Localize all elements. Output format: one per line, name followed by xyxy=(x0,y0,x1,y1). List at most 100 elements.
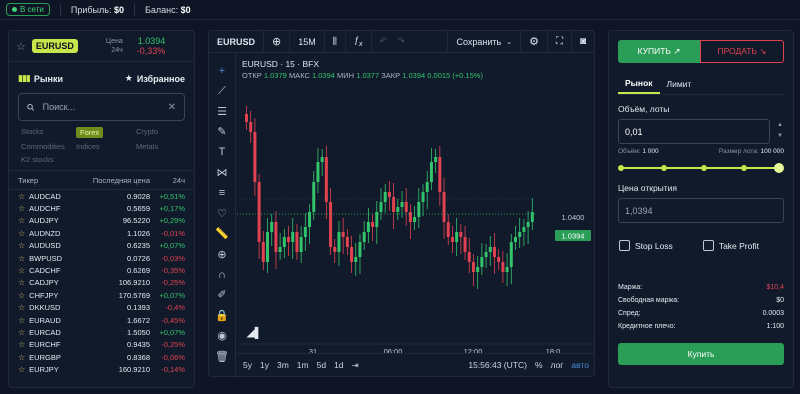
lock-drawing-icon[interactable]: ✐ xyxy=(212,285,232,304)
horizontal-lines-icon[interactable]: ☰ xyxy=(212,102,232,121)
range-button[interactable]: 1y xyxy=(260,360,269,370)
favorite-star-icon[interactable]: ☆ xyxy=(18,278,25,287)
favorite-star-icon[interactable]: ☆ xyxy=(18,340,25,349)
zoom-in-icon[interactable]: ⊕ xyxy=(212,245,232,264)
favorite-star-icon[interactable]: ☆ xyxy=(18,353,25,362)
category-filter[interactable]: Forex xyxy=(76,127,104,138)
log-toggle[interactable]: лог xyxy=(551,360,564,370)
ticker-row[interactable]: ☆ EURCAD 1.5050 +0,07% xyxy=(9,326,194,338)
range-button[interactable]: 5d xyxy=(317,360,326,370)
chart-symbol[interactable]: EURUSD xyxy=(209,30,265,53)
markets-tab[interactable]: ▮▮▮ Рынки xyxy=(18,73,63,84)
favorite-star-icon[interactable]: ☆ xyxy=(18,303,25,312)
fullscreen-button[interactable]: ⛶ xyxy=(546,30,571,53)
screenshot-button[interactable]: ◙ xyxy=(570,30,594,53)
ticker-row[interactable]: ☆ BWPUSD 0.0726 -0,03% xyxy=(9,252,194,264)
lock-icon[interactable]: 🔒 xyxy=(212,306,232,325)
clock[interactable]: 15:56:43 (UTC) xyxy=(468,360,527,370)
range-button[interactable]: 1d xyxy=(334,360,343,370)
ticker-row[interactable]: ☆ CHFJPY 170.5769 +0,07% xyxy=(9,289,194,301)
favorite-star-icon[interactable]: ☆ xyxy=(18,192,25,201)
arrow-down-icon[interactable]: ▼ xyxy=(777,131,783,142)
instrument-symbol[interactable]: EURUSD xyxy=(31,39,78,53)
range-button[interactable]: 5y xyxy=(243,360,252,370)
favorite-star-icon[interactable]: ☆ xyxy=(18,316,25,325)
undo-button[interactable]: ↶ xyxy=(372,31,396,53)
ticker-row[interactable]: ☆ AUDNZD 1.1026 -0,01% xyxy=(9,227,194,239)
eye-icon[interactable]: ◉ xyxy=(212,326,232,345)
favorite-star-icon[interactable]: ☆ xyxy=(18,204,25,213)
favorite-star-icon[interactable]: ☆ xyxy=(18,229,25,238)
ruler-icon[interactable]: 📏 xyxy=(212,224,232,243)
category-filter[interactable]: Indices xyxy=(76,142,136,151)
trend-line-icon[interactable]: ⟋ xyxy=(212,81,232,100)
favorites-tab[interactable]: ★ Избранное xyxy=(125,73,185,84)
auto-toggle[interactable]: авто xyxy=(571,360,589,370)
category-filter[interactable]: Crypto xyxy=(136,127,181,138)
favorite-star-icon[interactable]: ☆ xyxy=(18,266,25,275)
category-filter[interactable]: Stocks xyxy=(21,127,76,138)
date-range-icon[interactable]: ⇥ xyxy=(352,360,359,371)
clear-search-icon[interactable]: ✕ xyxy=(168,102,176,113)
ticker-row[interactable]: ☆ EURAUD 1.6672 -0,45% xyxy=(9,314,194,326)
favorite-star-icon[interactable]: ☆ xyxy=(18,365,25,374)
buy-button[interactable]: Купить xyxy=(618,343,784,365)
ticker-row[interactable]: ☆ CADCHF 0.6269 -0,35% xyxy=(9,264,194,276)
favorite-star-icon[interactable]: ☆ xyxy=(18,216,25,225)
heart-icon[interactable]: ♡ xyxy=(212,204,232,223)
slider-handle[interactable] xyxy=(774,163,784,173)
tab-market[interactable]: Рынок xyxy=(618,73,660,94)
indicators-button[interactable]: ƒx xyxy=(346,30,372,53)
buy-tab[interactable]: КУПИТЬ ↗ xyxy=(618,40,700,63)
open-price-field[interactable]: 1,0394 xyxy=(618,198,784,223)
fib-icon[interactable]: ≡ xyxy=(212,183,232,202)
candle-type-button[interactable]: ⫼ xyxy=(325,30,346,53)
favorite-star-icon[interactable]: ☆ xyxy=(18,254,25,263)
category-filter[interactable]: K2 stocks xyxy=(21,155,76,164)
volume-stepper[interactable]: ▲ ▼ xyxy=(777,120,783,142)
brush-icon[interactable]: ✎ xyxy=(212,122,232,141)
slider-step[interactable] xyxy=(701,165,707,171)
ticker-row[interactable]: ☆ AUDCAD 0.9028 +0,51% xyxy=(9,190,194,202)
search-input[interactable] xyxy=(42,102,160,112)
redo-button[interactable]: ↷ xyxy=(395,31,413,53)
favorite-star-icon[interactable]: ☆ xyxy=(18,328,25,337)
favorite-star-icon[interactable]: ☆ xyxy=(18,241,25,250)
range-button[interactable]: 1m xyxy=(297,360,309,370)
candlestick-chart[interactable]: 1.04001.039431 06:00 12:00 18:0◢▌ xyxy=(237,54,595,356)
favorite-star-icon[interactable]: ☆ xyxy=(18,291,25,300)
magnet-icon[interactable]: ∩ xyxy=(212,265,232,284)
ticker-row[interactable]: ☆ EURJPY 160.9210 -0,14% xyxy=(9,363,194,375)
arrow-up-icon[interactable]: ▲ xyxy=(777,120,783,131)
ticker-row[interactable]: ☆ CADJPY 106.9210 -0,25% xyxy=(9,277,194,289)
category-filter[interactable]: Commodities xyxy=(21,142,76,151)
ticker-row[interactable]: ☆ AUDUSD 0.6235 +0,07% xyxy=(9,240,194,252)
col-last-price[interactable]: Последняя цена xyxy=(88,176,150,185)
ticker-row[interactable]: ☆ EURGBP 0.8368 -0,06% xyxy=(9,351,194,363)
crosshair-icon[interactable]: + xyxy=(212,61,232,80)
add-symbol-button[interactable]: ⊕ xyxy=(264,30,291,53)
percent-toggle[interactable]: % xyxy=(535,360,543,370)
settings-button[interactable]: ⚙ xyxy=(520,30,547,53)
tab-limit[interactable]: Лимит xyxy=(660,73,699,94)
sell-tab[interactable]: ПРОДАТЬ ↘ xyxy=(700,40,784,63)
ticker-row[interactable]: ☆ AUDCHF 0.5659 +0,17% xyxy=(9,202,194,214)
stop-loss-checkbox[interactable]: Stop Loss xyxy=(619,240,673,251)
price-chart[interactable]: 1.0400 1.0394 31 06:00 12:00 18:0 ◢▌ EURUSD · … xyxy=(237,54,595,356)
col-ticker[interactable]: Тикер xyxy=(18,176,88,185)
ticker-row[interactable]: ☆ EURCHF 0.9435 -0,25% xyxy=(9,339,194,351)
take-profit-checkbox[interactable]: Take Profit xyxy=(702,240,759,251)
pattern-icon[interactable]: ⋈ xyxy=(212,163,232,182)
range-button[interactable]: 3m xyxy=(277,360,289,370)
save-button[interactable]: Сохранить ⌄ xyxy=(447,30,520,53)
col-change[interactable]: 24ч xyxy=(150,176,185,185)
text-icon[interactable]: T xyxy=(212,143,232,162)
interval-button[interactable]: 15M xyxy=(290,30,325,53)
trash-icon[interactable]: 🗑 xyxy=(212,346,232,365)
volume-field[interactable]: 0,01 ▲ ▼ xyxy=(618,119,783,144)
slider-step[interactable] xyxy=(741,165,747,171)
ticker-row[interactable]: ☆ AUDJPY 96.5220 +0,29% xyxy=(9,215,194,227)
favorite-star-icon[interactable]: ☆ xyxy=(16,40,26,53)
ticker-row[interactable]: ☆ DKKUSD 0.1393 -0,4% xyxy=(9,302,194,314)
category-filter[interactable]: Metals xyxy=(136,142,181,151)
